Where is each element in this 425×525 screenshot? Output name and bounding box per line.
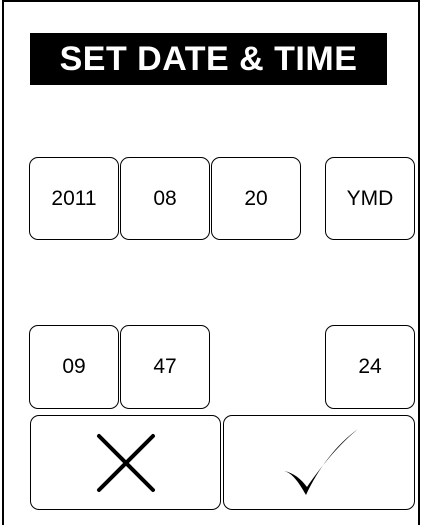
date-format-button[interactable]: YMD: [325, 157, 415, 240]
time-mode-label: 24: [358, 355, 382, 378]
time-mode-button[interactable]: 24: [325, 325, 415, 409]
year-value: 2011: [51, 186, 97, 210]
month-field[interactable]: 08: [120, 157, 210, 240]
hour-value: 09: [62, 355, 86, 378]
day-value: 20: [244, 186, 268, 210]
page-title: SET DATE & TIME: [30, 33, 387, 85]
checkmark-icon: [284, 428, 358, 495]
minute-field[interactable]: 47: [120, 325, 210, 409]
year-field[interactable]: 2011: [29, 157, 119, 240]
date-format-label: YMD: [346, 186, 394, 210]
month-value: 08: [153, 186, 177, 210]
day-field[interactable]: 20: [211, 157, 301, 240]
close-icon: [96, 433, 155, 492]
cancel-button[interactable]: [30, 415, 221, 510]
minute-value: 47: [153, 355, 177, 378]
hour-field[interactable]: 09: [29, 325, 119, 409]
confirm-button[interactable]: [223, 415, 415, 510]
